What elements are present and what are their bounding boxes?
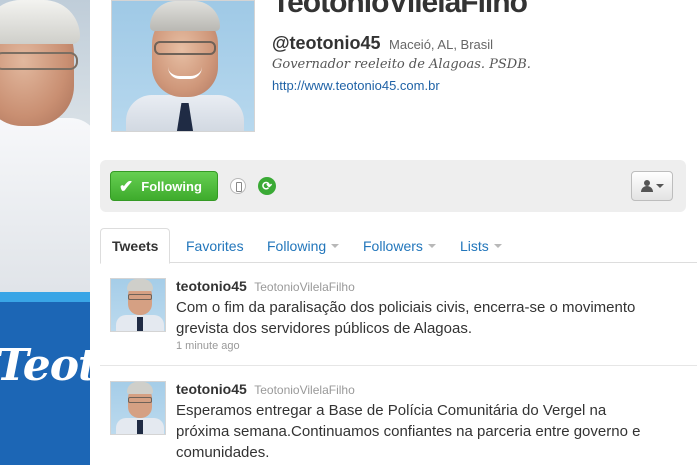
tweet-divider [100,365,697,366]
background-photo [0,0,90,292]
avatar-glasses [154,41,216,55]
tweet-avatar[interactable] [110,381,166,435]
tab-lists[interactable]: Lists [460,228,502,263]
person-icon [640,180,653,192]
background-logo: Teotonio [0,340,90,391]
profile-background: Teotonio [0,0,90,465]
profile-url-link[interactable]: http://www.teotonio45.com.br [272,78,440,93]
tab-following-label: Following [267,237,327,254]
background-photo-shirt [0,118,90,292]
caret-down-icon [655,184,664,188]
profile-handle-row: @teotonio45 Maceió, AL, Brasil [272,33,493,54]
tab-favorites[interactable]: Favorites [186,228,244,263]
tab-favorites-label: Favorites [186,237,244,254]
tweet-text: Com o fim da paralisação dos policiais c… [176,299,636,337]
tweet-display-name[interactable]: TeotonioVilelaFilho [254,383,355,397]
following-button[interactable]: ✔ Following [110,171,218,201]
profile-handle: @teotonio45 [272,33,381,53]
main-column: TeotonioVilelaFilho @teotonio45 Maceió, … [90,0,697,465]
chevron-down-icon [493,243,502,248]
avatar-hair [150,1,220,31]
check-icon: ✔ [119,176,134,196]
tab-following[interactable]: Following [267,228,340,263]
profile-action-bar: ✔ Following ⟳ [100,160,686,212]
background-stripe [0,292,90,302]
profile-tabs: Tweets Favorites Following Followers Lis… [100,228,697,264]
background-photo-glasses [0,52,78,70]
profile-bio: Governador reeleito de Alagoas. PSDB. [272,57,531,72]
tweet-display-name[interactable]: TeotonioVilelaFilho [254,280,355,294]
chevron-down-icon [331,243,340,248]
tweet-text: Esperamos entregar a Base de Polícia Com… [176,402,641,461]
device-icon[interactable] [230,178,246,194]
tweet-username[interactable]: teotonio45 [176,381,247,397]
chevron-down-icon [427,243,436,248]
user-actions-button[interactable] [631,171,673,201]
tweet-header: teotonio45 TeotonioVilelaFilho [176,278,355,296]
tab-tweets[interactable]: Tweets [100,228,171,264]
tab-followers[interactable]: Followers [363,228,436,263]
tab-tweets-label: Tweets [112,238,159,254]
tweet-avatar[interactable] [110,278,166,332]
retweet-icon[interactable]: ⟳ [258,177,276,195]
tab-followers-label: Followers [363,237,423,254]
profile-name: TeotonioVilelaFilho [272,0,528,19]
profile-avatar[interactable] [111,0,255,132]
tweet-header: teotonio45 TeotonioVilelaFilho [176,381,355,399]
tweet-timestamp[interactable]: 1 minute ago [176,340,240,352]
background-photo-hair [0,0,80,44]
tab-lists-label: Lists [460,237,489,254]
profile-location: Maceió, AL, Brasil [389,37,494,52]
tweet-username[interactable]: teotonio45 [176,278,247,294]
following-button-label: Following [141,178,202,194]
background-logo-text: Teotonio [0,340,90,391]
